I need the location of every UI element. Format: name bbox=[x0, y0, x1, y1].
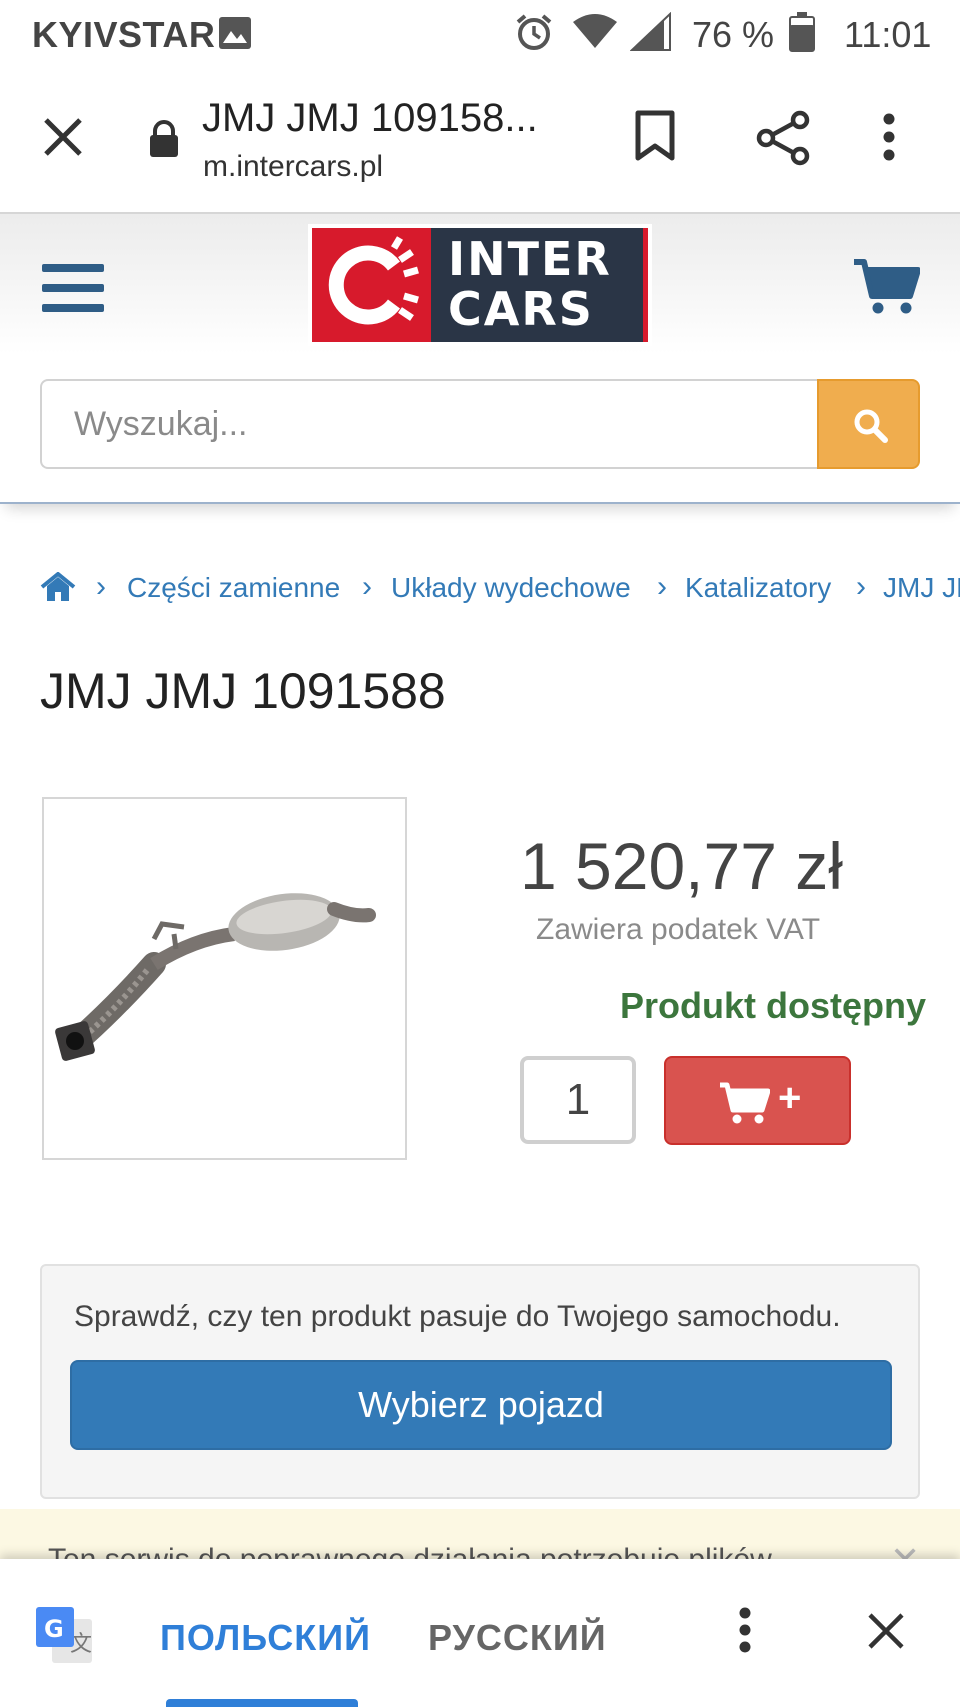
battery-percent: 76 % bbox=[692, 14, 775, 55]
source-language-tab[interactable]: ПОЛЬСКИЙ bbox=[160, 1617, 371, 1659]
cart-icon[interactable] bbox=[852, 258, 921, 323]
status-bar: KYIVSTAR 76 % 11:01 bbox=[0, 0, 960, 68]
wifi-icon bbox=[572, 14, 618, 59]
vehicle-check-panel: Sprawdź, czy ten produkt pasuje do Twoje… bbox=[40, 1264, 920, 1499]
cookie-close-icon[interactable]: ✕ bbox=[890, 1539, 920, 1561]
gallery-icon bbox=[218, 16, 252, 59]
product-price: 1 520,77 zł bbox=[520, 829, 843, 903]
logo-word-inter: INTER bbox=[448, 232, 612, 286]
battery-icon bbox=[789, 12, 815, 61]
close-icon[interactable] bbox=[40, 114, 86, 165]
browser-toolbar: JMJ JMJ 109158... m.intercars.pl bbox=[0, 68, 960, 214]
translate-bar: 文G ПОЛЬСКИЙ РУССКИЙ bbox=[0, 1559, 960, 1707]
vehicle-check-hint: Sprawdź, czy ten produkt pasuje do Twoje… bbox=[74, 1300, 841, 1333]
home-icon[interactable] bbox=[40, 571, 76, 609]
add-to-cart-button[interactable]: + bbox=[664, 1056, 851, 1145]
page-url[interactable]: m.intercars.pl bbox=[203, 150, 383, 184]
breadcrumb-separator: › bbox=[96, 570, 106, 603]
site-header: INTER CARS bbox=[0, 214, 960, 354]
catalytic-converter-picture bbox=[55, 893, 376, 1061]
add-symbol: + bbox=[778, 1076, 802, 1120]
search-area bbox=[0, 354, 960, 504]
svg-text:G: G bbox=[44, 1615, 64, 1643]
page-title-tab: JMJ JMJ 109158... bbox=[202, 96, 538, 140]
lock-icon[interactable] bbox=[148, 120, 180, 163]
logo-word-cars: CARS bbox=[448, 282, 594, 336]
availability-status: Produkt dostępny bbox=[620, 985, 927, 1026]
quantity-input[interactable] bbox=[520, 1056, 636, 1144]
share-icon[interactable] bbox=[756, 110, 812, 171]
breadcrumb-parts[interactable]: Części zamienne bbox=[127, 572, 340, 604]
selected-language-indicator bbox=[166, 1699, 358, 1707]
logo-emblem bbox=[312, 228, 431, 342]
breadcrumb-exhaust[interactable]: Układy wydechowe bbox=[391, 572, 631, 604]
bookmark-icon[interactable] bbox=[634, 110, 676, 167]
search-input[interactable] bbox=[40, 379, 818, 469]
breadcrumb: › Części zamienne › Układy wydechowe › K… bbox=[0, 566, 960, 616]
breadcrumb-separator: › bbox=[657, 570, 667, 603]
close-icon[interactable] bbox=[866, 1611, 906, 1656]
breadcrumb-catalysts[interactable]: Katalizatory bbox=[685, 572, 831, 604]
vat-note: Zawiera podatek VAT bbox=[536, 913, 821, 946]
intercars-logo[interactable]: INTER CARS bbox=[308, 224, 652, 346]
alarm-icon bbox=[514, 12, 554, 61]
search-button[interactable] bbox=[817, 379, 920, 469]
clock: 11:01 bbox=[844, 14, 932, 55]
menu-icon[interactable] bbox=[42, 262, 104, 319]
logo-stripe bbox=[643, 228, 648, 342]
breadcrumb-separator: › bbox=[362, 570, 372, 603]
cart-icon bbox=[718, 1082, 771, 1131]
breadcrumb-current[interactable]: JMJ JMJ 1091588 bbox=[883, 572, 960, 604]
carrier-name: KYIVSTAR bbox=[32, 14, 216, 55]
choose-vehicle-button[interactable]: Wybierz pojazd bbox=[70, 1360, 892, 1450]
product-image[interactable] bbox=[42, 797, 407, 1160]
more-icon[interactable] bbox=[738, 1607, 752, 1658]
breadcrumb-separator: › bbox=[856, 570, 866, 603]
cookie-banner: Ten serwis do poprawnego działania potrz… bbox=[0, 1509, 960, 1561]
more-icon[interactable] bbox=[882, 112, 896, 167]
signal-icon bbox=[629, 11, 672, 61]
search-icon bbox=[854, 409, 888, 443]
target-language-tab[interactable]: РУССКИЙ bbox=[428, 1617, 607, 1659]
product-title: JMJ JMJ 1091588 bbox=[40, 663, 446, 719]
google-translate-icon: 文G bbox=[34, 1605, 94, 1670]
